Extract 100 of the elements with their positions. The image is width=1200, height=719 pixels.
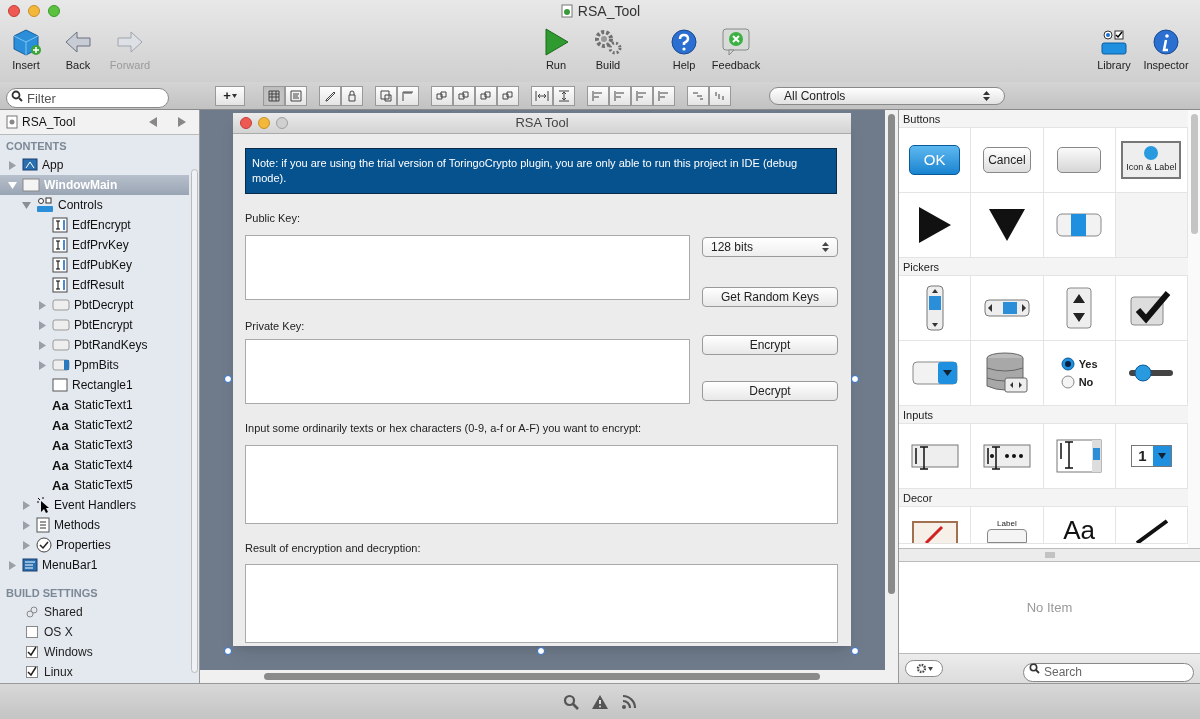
toolbar-button[interactable] bbox=[453, 85, 475, 106]
decrypt-button[interactable]: Decrypt bbox=[702, 381, 838, 401]
checkbox-icon[interactable] bbox=[26, 646, 38, 658]
library-section-heading: Pickers bbox=[899, 258, 1188, 276]
tree-item[interactable]: Aa StaticText5 bbox=[0, 475, 189, 495]
filter-field[interactable]: Filter bbox=[6, 88, 169, 108]
gear-menu-button[interactable] bbox=[905, 660, 943, 677]
selection-handle[interactable] bbox=[851, 647, 859, 655]
toolbar-button[interactable] bbox=[497, 85, 519, 106]
rss-icon[interactable] bbox=[621, 693, 637, 710]
tree-item[interactable]: EdfResult bbox=[0, 275, 189, 295]
encrypt-button[interactable]: Encrypt bbox=[702, 335, 838, 355]
button-icon bbox=[52, 299, 70, 311]
add-button[interactable]: + bbox=[215, 85, 245, 106]
cancel-button-sample: Cancel bbox=[983, 147, 1031, 173]
selection-handle[interactable] bbox=[224, 375, 232, 383]
list-icon bbox=[36, 517, 50, 533]
toolbar-button[interactable] bbox=[375, 85, 397, 106]
drag-handle-icon[interactable] bbox=[1044, 552, 1055, 558]
tree-item[interactable]: Aa StaticText2 bbox=[0, 415, 189, 435]
section-heading: BUILD SETTINGS bbox=[5, 586, 99, 601]
scrollbar-thumb[interactable] bbox=[1190, 114, 1198, 234]
result-field[interactable] bbox=[245, 564, 838, 643]
toolbar-button[interactable] bbox=[431, 85, 453, 106]
layer-icon bbox=[379, 89, 393, 102]
toolbar-button[interactable]: Run bbox=[530, 28, 582, 74]
tree-item[interactable]: Aa StaticText4 bbox=[0, 455, 189, 475]
checkbox-icon[interactable] bbox=[26, 626, 38, 638]
library-section-heading: Inputs bbox=[899, 406, 1188, 424]
tree-item[interactable]: Aa StaticText3 bbox=[0, 435, 189, 455]
bits-select[interactable]: 128 bits bbox=[702, 236, 838, 257]
warning-icon[interactable] bbox=[591, 693, 609, 710]
tree-item[interactable]: PpmBits bbox=[0, 355, 189, 375]
grid-icon bbox=[267, 89, 281, 102]
toolbar-button[interactable] bbox=[341, 85, 363, 106]
left-triangle-icon[interactable] bbox=[149, 117, 158, 127]
tree-item[interactable]: EdfPrvKey bbox=[0, 235, 189, 255]
get-keys-button[interactable]: Get Random Keys bbox=[702, 286, 838, 307]
build-target-row[interactable]: Linux bbox=[0, 662, 189, 682]
toolbar-button[interactable] bbox=[263, 85, 285, 106]
tree-item[interactable]: EdfPubKey bbox=[0, 255, 189, 275]
field-label: Input some ordinarily texts or hex characters (0-9, a-f or A-F) you want to encrypt: bbox=[245, 421, 643, 436]
scrollbar-track[interactable] bbox=[190, 169, 198, 673]
private-key-field[interactable] bbox=[245, 339, 690, 404]
tree-item[interactable]: Controls bbox=[0, 195, 189, 215]
right-triangle-icon[interactable] bbox=[178, 117, 187, 127]
tree-item[interactable]: App bbox=[0, 155, 189, 175]
scrollbar-thumb[interactable] bbox=[888, 114, 895, 594]
toolbar-button[interactable]: Help bbox=[658, 28, 710, 74]
tree-item[interactable]: Methods bbox=[0, 515, 189, 535]
document-icon bbox=[6, 115, 18, 129]
close-button[interactable] bbox=[8, 5, 20, 17]
field-label: Result of encryption and decryption: bbox=[245, 540, 422, 556]
minimize-button[interactable] bbox=[258, 117, 270, 129]
arrange-icon bbox=[457, 89, 471, 102]
build-target-row[interactable]: Shared bbox=[0, 602, 189, 622]
public-key-field[interactable] bbox=[245, 234, 690, 300]
field-label: Public Key: bbox=[245, 211, 302, 226]
tree-item[interactable]: Aa StaticText1 bbox=[0, 395, 189, 415]
zoom-button[interactable] bbox=[48, 5, 60, 17]
build-target-row[interactable]: Windows bbox=[0, 642, 189, 662]
selection-handle[interactable] bbox=[224, 647, 232, 655]
build-target-row[interactable]: OS X bbox=[0, 622, 189, 642]
tree-item[interactable]: PbtEncrypt bbox=[0, 315, 189, 335]
close-button[interactable] bbox=[240, 117, 252, 129]
minimize-button[interactable] bbox=[28, 5, 40, 17]
selection-handle[interactable] bbox=[537, 647, 545, 655]
tree-item[interactable]: Event Handlers bbox=[0, 495, 189, 515]
menu-bar-icon bbox=[22, 558, 38, 572]
input-text-field[interactable] bbox=[245, 444, 838, 524]
tree-item[interactable]: Rectangle1 bbox=[0, 375, 189, 395]
toolbar-button[interactable]: Build bbox=[582, 28, 634, 74]
tree-item[interactable]: Properties bbox=[0, 535, 189, 555]
caret-icon bbox=[927, 666, 933, 671]
library-filter-select[interactable]: All Controls bbox=[769, 86, 1005, 105]
checkbox-icon[interactable] bbox=[26, 666, 38, 678]
tree-item[interactable]: MenuBar1 bbox=[0, 555, 189, 575]
toolbar-button[interactable] bbox=[319, 85, 341, 106]
toolbar-button[interactable]: Feedback bbox=[710, 28, 762, 74]
text-area-icon bbox=[1056, 439, 1103, 473]
tree-item[interactable]: EdfEncrypt bbox=[0, 215, 189, 235]
list-icon bbox=[289, 89, 303, 102]
search-field[interactable]: Search bbox=[1023, 662, 1194, 682]
tree-item[interactable]: PbtDecrypt bbox=[0, 295, 189, 315]
toolbar-button[interactable]: Inspector bbox=[1140, 28, 1192, 74]
speech-bubble-icon bbox=[721, 28, 751, 56]
scrollbar-thumb[interactable] bbox=[264, 673, 820, 680]
search-icon[interactable] bbox=[563, 693, 579, 710]
zoom-button[interactable] bbox=[276, 117, 288, 129]
picture-frame-icon bbox=[911, 521, 958, 543]
tree-item[interactable]: PbtRandKeys bbox=[0, 335, 189, 355]
toolbar-button[interactable] bbox=[475, 85, 497, 106]
selection-handle[interactable] bbox=[851, 375, 859, 383]
toolbar-button[interactable]: Insert bbox=[0, 28, 52, 74]
empty-state-text: No Item bbox=[1026, 598, 1073, 617]
search-icon bbox=[1029, 663, 1040, 674]
line-icon bbox=[1133, 519, 1170, 543]
database-icon bbox=[984, 352, 1029, 394]
toolbar-button[interactable]: Library bbox=[1088, 28, 1140, 74]
toolbar-button[interactable]: Back bbox=[52, 28, 104, 74]
